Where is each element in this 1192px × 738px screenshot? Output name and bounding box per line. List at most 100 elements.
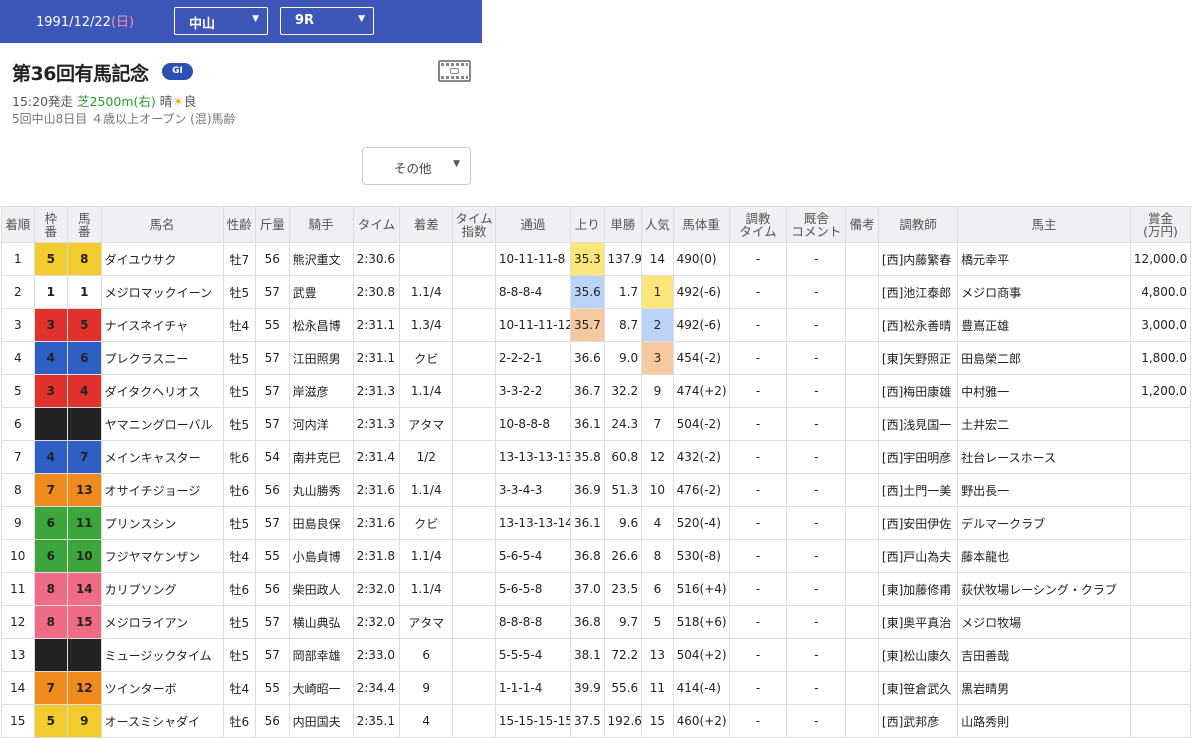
cell-jockey[interactable]: 内田国夫: [288, 704, 354, 738]
cell-jockey[interactable]: 柴田政人: [288, 572, 354, 606]
cell-owner[interactable]: 黒岩晴男: [957, 671, 1131, 705]
cell-jockey[interactable]: 南井克巳: [288, 440, 354, 474]
cell-jockey[interactable]: 小島貞博: [288, 539, 354, 573]
cell-horse-weight: 504(+2): [672, 638, 730, 672]
cell-last3f: 38.1: [570, 638, 605, 672]
cell-owner[interactable]: 豊嶌正雄: [957, 308, 1131, 342]
cell-trainer[interactable]: [東]松山康久: [877, 638, 959, 672]
cell-training-time: -: [728, 341, 788, 375]
cell-stable-comment: -: [786, 704, 847, 738]
cell-trainer[interactable]: [西]宇田明彦: [877, 440, 959, 474]
cell-trainer[interactable]: [東]奥平真治: [877, 605, 959, 639]
table-row: 3 3 5 ナイスネイチャ 牡4 55 松永昌博 2:31.1 1.3/4 10-11-11-12…: [1, 308, 1192, 342]
cell-trainer[interactable]: [東]矢野照正: [877, 341, 959, 375]
venue-select[interactable]: 中山 ▼: [174, 7, 268, 35]
cell-horse-name[interactable]: ミュージックタイム: [100, 638, 224, 672]
race-number-select-value: 9R: [295, 13, 315, 28]
cell-horse-name[interactable]: オサイチジョージ: [100, 473, 224, 507]
cell-jockey[interactable]: 岸滋彦: [288, 374, 354, 408]
cell-owner[interactable]: 土井宏二: [957, 407, 1131, 441]
cell-remarks: [845, 473, 879, 507]
cell-jockey[interactable]: 田島良保: [288, 506, 354, 540]
col-time-header: タイム: [352, 206, 401, 243]
cell-horse-name[interactable]: ナイスネイチャ: [100, 308, 224, 342]
cell-rank: 1: [1, 242, 35, 276]
cell-popularity: 5: [641, 605, 674, 639]
cell-horse-name[interactable]: フジヤマケンザン: [100, 539, 224, 573]
race-header-card: 1991/12/22(日) 中山 ▼ 9R ▼ 第36回有馬記念 GI 15:2…: [0, 0, 482, 200]
cell-jockey[interactable]: 河内洋: [288, 407, 354, 441]
table-row: 9 6 11 プリンスシン 牡5 57 田島良保 2:31.6 クビ 13-13-13-14 36.…: [1, 506, 1192, 540]
cell-last3f: 36.8: [570, 605, 605, 639]
cell-jockey[interactable]: 岡部幸雄: [288, 638, 354, 672]
cell-horse-name[interactable]: カリブソング: [100, 572, 224, 606]
cell-horse-name[interactable]: ヤマニングローバル: [100, 407, 224, 441]
cell-owner[interactable]: メジロ商事: [957, 275, 1131, 309]
cell-horse-name[interactable]: ダイユウサク: [100, 242, 224, 276]
cell-weight-carried: 54: [255, 440, 290, 474]
cell-last3f: 36.9: [570, 473, 605, 507]
cell-owner[interactable]: 社台レースホース: [957, 440, 1131, 474]
cell-remarks: [845, 275, 879, 309]
cell-horse-name[interactable]: オースミシャダイ: [100, 704, 224, 738]
cell-owner[interactable]: 野出長一: [957, 473, 1131, 507]
cell-trainer[interactable]: [西]土門一美: [877, 473, 959, 507]
cell-jockey[interactable]: 松永昌博: [288, 308, 354, 342]
cell-horse-name[interactable]: ダイタクヘリオス: [100, 374, 224, 408]
cell-time: 2:31.4: [352, 440, 401, 474]
race-date-value: 1991/12/22: [36, 15, 111, 30]
cell-owner[interactable]: 山路秀則: [957, 704, 1131, 738]
cell-owner[interactable]: 荻伏牧場レーシング・クラブ: [957, 572, 1131, 606]
cell-training-time: -: [728, 539, 788, 573]
cell-jockey[interactable]: 丸山勝秀: [288, 473, 354, 507]
cell-sex-age: 牡7: [222, 242, 257, 276]
cell-jockey[interactable]: 武豊: [288, 275, 354, 309]
cell-jockey[interactable]: 横山典弘: [288, 605, 354, 639]
cell-passing: 1-1-1-4: [494, 671, 572, 705]
race-number-select[interactable]: 9R ▼: [280, 7, 374, 35]
cell-popularity: 4: [641, 506, 674, 540]
cell-trainer[interactable]: [西]梅田康雄: [877, 374, 959, 408]
cell-owner[interactable]: メジロ牧場: [957, 605, 1131, 639]
cell-trainer[interactable]: [西]安田伊佐: [877, 506, 959, 540]
cell-horse-name[interactable]: メジロライアン: [100, 605, 224, 639]
cell-frame: 7: [33, 473, 69, 507]
cell-horse-name[interactable]: メジロマックイーン: [100, 275, 224, 309]
cell-jockey[interactable]: 熊沢重文: [288, 242, 354, 276]
cell-trainer[interactable]: [西]武邦彦: [877, 704, 959, 738]
cell-time-index: [452, 341, 496, 375]
cell-horse-name[interactable]: プリンスシン: [100, 506, 224, 540]
cell-weight-carried: 57: [255, 407, 290, 441]
cell-owner[interactable]: デルマークラブ: [957, 506, 1131, 540]
cell-odds: 55.6: [603, 671, 643, 705]
cell-owner[interactable]: 中村雅一: [957, 374, 1131, 408]
cell-trainer[interactable]: [西]松永善晴: [877, 308, 959, 342]
cell-trainer[interactable]: [東]加藤修甫: [877, 572, 959, 606]
cell-trainer[interactable]: [西]戸山為夫: [877, 539, 959, 573]
table-row: 10 6 10 フジヤマケンザン 牡4 55 小島貞博 2:31.8 1.1/4 5-6-5-4 3…: [1, 539, 1192, 573]
cell-horse-name[interactable]: プレクラスニー: [100, 341, 224, 375]
cell-owner[interactable]: 吉田善哉: [957, 638, 1131, 672]
cell-owner[interactable]: 橋元幸平: [957, 242, 1131, 276]
cell-trainer[interactable]: [西]池江泰郎: [877, 275, 959, 309]
cell-margin: クビ: [399, 506, 454, 540]
cell-owner[interactable]: 田島榮二郎: [957, 341, 1131, 375]
table-row: 14 7 12 ツインターボ 牡4 55 大崎昭一 2:34.4 9 1-1-1-4 39.9 55.…: [1, 671, 1192, 705]
cell-trainer[interactable]: [西]内藤繁春: [877, 242, 959, 276]
cell-trainer[interactable]: [西]浅見国一: [877, 407, 959, 441]
video-icon[interactable]: [438, 60, 471, 82]
cell-owner[interactable]: 藤本龍也: [957, 539, 1131, 573]
cell-prize: [1129, 671, 1192, 705]
cell-horse-no: 3: [67, 407, 102, 441]
cell-weight-carried: 56: [255, 572, 290, 606]
cell-margin: 1.1/4: [399, 539, 454, 573]
cell-margin: 1.1/4: [399, 473, 454, 507]
cell-jockey[interactable]: 江田照男: [288, 341, 354, 375]
cell-horse-name[interactable]: ツインターボ: [100, 671, 224, 705]
cell-stable-comment: -: [786, 242, 847, 276]
other-dropdown[interactable]: その他 ▼: [362, 147, 471, 185]
table-row: 2 1 1 メジロマックイーン 牡5 57 武豊 2:30.8 1.1/4 8-8-8-4 35.6…: [1, 275, 1192, 309]
cell-trainer[interactable]: [東]笹倉武久: [877, 671, 959, 705]
cell-jockey[interactable]: 大崎昭一: [288, 671, 354, 705]
cell-horse-name[interactable]: メインキャスター: [100, 440, 224, 474]
